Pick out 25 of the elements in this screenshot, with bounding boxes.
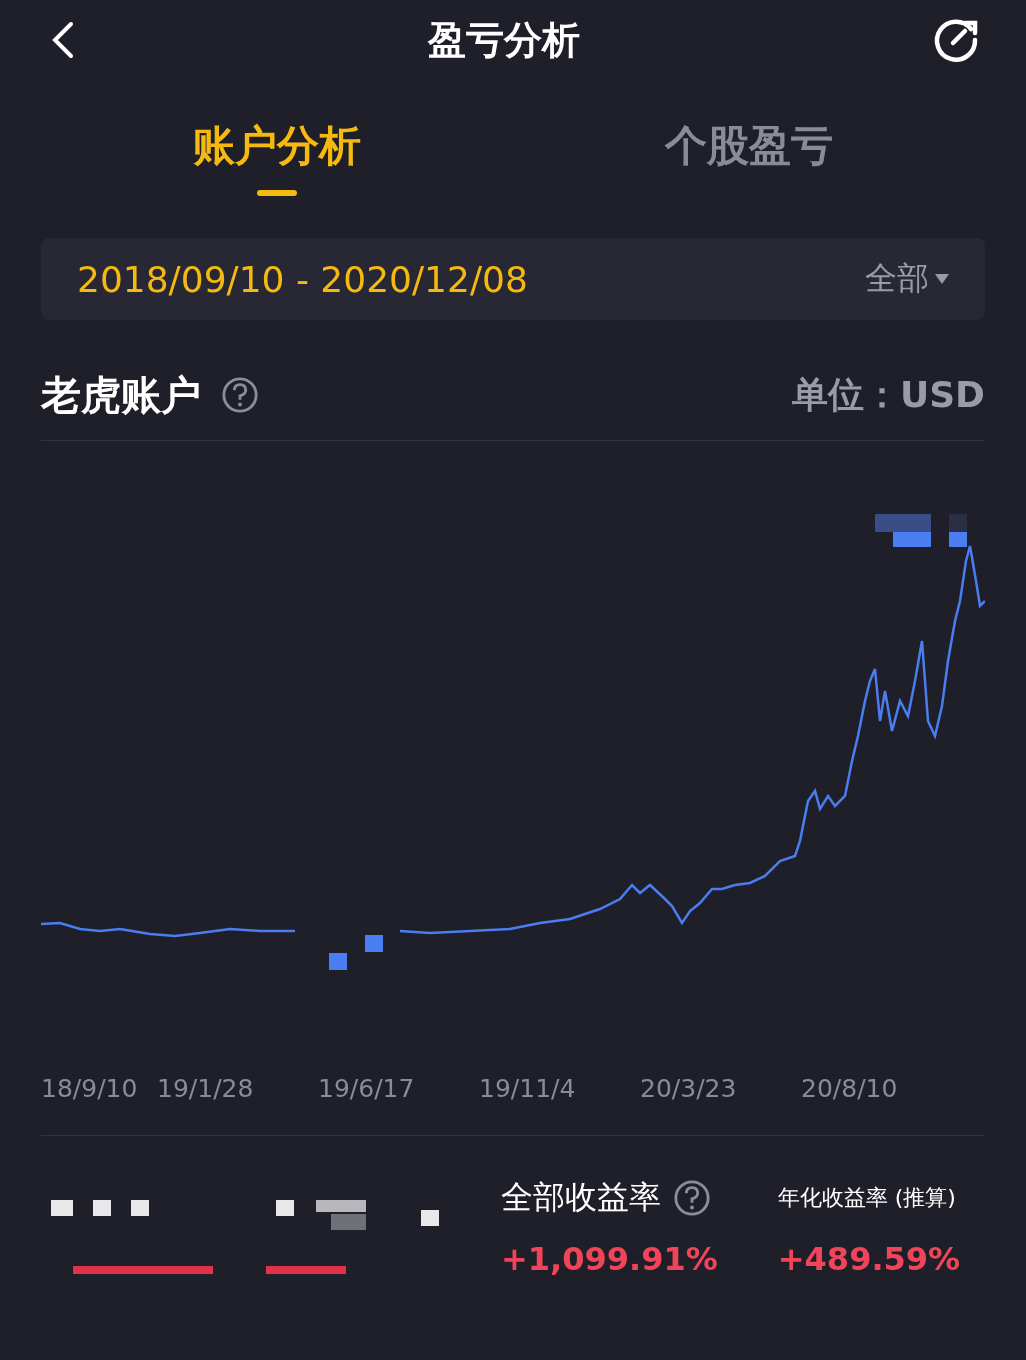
stat-value: +1,099.91% bbox=[501, 1240, 718, 1278]
help-icon[interactable] bbox=[221, 376, 259, 414]
page-title: 盈亏分析 bbox=[428, 16, 580, 64]
axis-label: 19/6/17 bbox=[318, 1073, 416, 1103]
account-name: 老虎账户 bbox=[41, 370, 201, 420]
stat-value: +489.59% bbox=[777, 1240, 961, 1278]
axis-label: 19/11/4 bbox=[479, 1073, 577, 1103]
range-dropdown[interactable]: 全部 bbox=[865, 257, 949, 301]
axis-label: 20/8/10 bbox=[801, 1073, 899, 1103]
tab[interactable]: 个股盈亏 bbox=[513, 118, 985, 174]
caret-icon bbox=[935, 274, 949, 284]
censor-block bbox=[329, 953, 347, 970]
date-range: 2018/09/10 - 2020/12/08 bbox=[77, 258, 528, 300]
censor-block bbox=[365, 935, 383, 952]
axis-label: 20/3/23 bbox=[640, 1073, 738, 1103]
stat-label: 年化收益率 (推算) bbox=[777, 1184, 956, 1212]
axis-label: 19/1/28 bbox=[157, 1073, 255, 1103]
stat-label: 全部收益率 bbox=[501, 1177, 661, 1218]
axis-label: 18/9/10 bbox=[41, 1073, 135, 1103]
censor-block bbox=[875, 514, 931, 547]
censor-block bbox=[949, 514, 967, 547]
tab[interactable]: 账户分析 bbox=[41, 118, 513, 174]
help-icon[interactable] bbox=[673, 1179, 711, 1217]
tab-indicator bbox=[257, 190, 297, 196]
currency-unit: 单位：USD bbox=[791, 372, 985, 417]
